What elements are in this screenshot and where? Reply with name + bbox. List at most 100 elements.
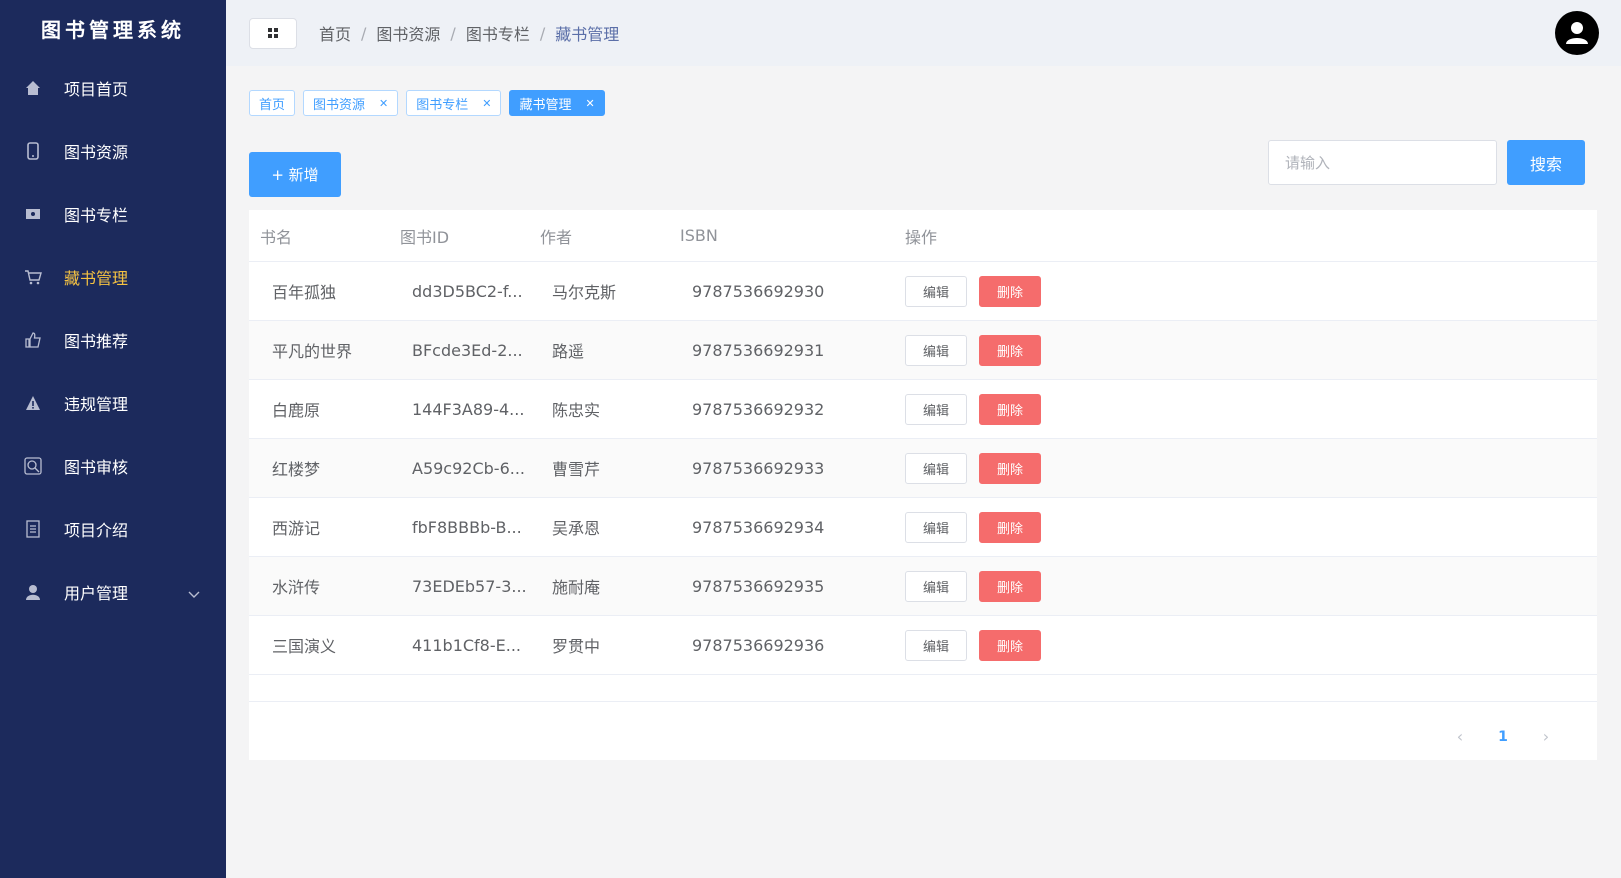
search-button[interactable]: 搜索	[1507, 140, 1585, 185]
tag-label: 图书专栏	[416, 97, 469, 113]
zoom-icon	[24, 456, 42, 475]
tag-0[interactable]: 首页	[249, 90, 296, 116]
delete-button[interactable]: 删除	[979, 570, 1041, 602]
tag-3[interactable]: 藏书管理 ✕	[509, 90, 605, 116]
cell-name: 西游记	[272, 519, 321, 538]
cell-name: 白鹿原	[272, 401, 321, 420]
table-row: 西游记 fbF8BBBb-B... 吴承恩 9787536692934 编辑 删除	[249, 498, 1597, 557]
breadcrumb-separator: /	[450, 23, 456, 43]
edit-button[interactable]: 编辑	[905, 511, 967, 543]
cell-actions: 编辑 删除	[894, 393, 1597, 425]
sidebar-item-label: 图书审核	[64, 457, 129, 477]
cell-actions: 编辑 删除	[894, 452, 1597, 484]
delete-button[interactable]: 删除	[979, 629, 1041, 661]
tag-2[interactable]: 图书专栏 ✕	[406, 90, 502, 116]
column-header-isbn: ISBN	[680, 226, 718, 245]
table-header: 书名 图书ID 作者 ISBN 操作	[249, 210, 1597, 262]
breadcrumb-separator: /	[361, 23, 367, 43]
edit-button[interactable]: 编辑	[905, 629, 967, 661]
cell-actions: 编辑 删除	[894, 334, 1597, 366]
cell-name: 百年孤独	[272, 283, 337, 302]
thumb-up-icon	[24, 331, 42, 349]
table-row: 白鹿原 144F3A89-4... 陈忠实 9787536692932 编辑 删除	[249, 380, 1597, 439]
cell-author: 马尔克斯	[552, 283, 617, 302]
home-icon	[24, 79, 42, 97]
cell-name: 三国演义	[272, 637, 337, 656]
user-avatar[interactable]	[1555, 11, 1599, 55]
cell-actions: 编辑 删除	[894, 275, 1597, 307]
chevron-down-icon	[188, 584, 200, 603]
cell-isbn: 9787536692935	[692, 576, 825, 596]
edit-button[interactable]: 编辑	[905, 452, 967, 484]
cell-author: 吴承恩	[552, 519, 601, 538]
table-row: 红楼梦 A59c92Cb-6... 曹雪芹 9787536692933 编辑 删除	[249, 439, 1597, 498]
chevron-right-icon[interactable]: ›	[1531, 727, 1561, 746]
table-body: 百年孤独 dd3D5BC2-f... 马尔克斯 9787536692930 编辑 删除 平凡…	[249, 262, 1597, 675]
cell-name: 红楼梦	[272, 460, 321, 479]
cell-author: 曹雪芹	[552, 460, 601, 479]
close-icon[interactable]: ✕	[482, 97, 491, 110]
cell-actions: 编辑 删除	[894, 570, 1597, 602]
menu-toggle-button[interactable]	[249, 17, 297, 49]
chevron-left-icon[interactable]: ‹	[1445, 727, 1475, 746]
delete-button[interactable]: 删除	[979, 275, 1041, 307]
add-button[interactable]: + 新增	[249, 152, 341, 197]
cell-id: A59c92Cb-6...	[412, 458, 525, 478]
tag-1[interactable]: 图书资源 ✕	[303, 90, 399, 116]
user-icon	[24, 583, 42, 601]
sidebar-item-3[interactable]: 藏书管理	[0, 245, 226, 308]
tag-label: 图书资源	[313, 97, 366, 113]
sidebar-item-label: 项目首页	[64, 79, 129, 99]
cell-author: 陈忠实	[552, 401, 601, 420]
sidebar-item-2[interactable]: 图书专栏	[0, 182, 226, 245]
cell-author: 路遥	[552, 342, 585, 361]
delete-button[interactable]: 删除	[979, 511, 1041, 543]
column-header-actions: 操作	[905, 227, 938, 247]
edit-button[interactable]: 编辑	[905, 393, 967, 425]
edit-button[interactable]: 编辑	[905, 275, 967, 307]
delete-button[interactable]: 删除	[979, 334, 1041, 366]
breadcrumb-item-0[interactable]: 首页	[319, 21, 351, 45]
sidebar-item-label: 图书推荐	[64, 331, 129, 351]
sidebar-item-label: 图书资源	[64, 142, 129, 162]
sidebar-item-label: 藏书管理	[64, 268, 129, 288]
cell-isbn: 9787536692936	[692, 635, 825, 655]
sidebar-item-5[interactable]: 违规管理	[0, 371, 226, 434]
tag-label: 藏书管理	[519, 97, 572, 113]
edit-button[interactable]: 编辑	[905, 570, 967, 602]
sidebar-item-label: 用户管理	[64, 583, 129, 603]
table-row: 三国演义 411b1Cf8-E... 罗贯中 9787536692936 编辑 删除	[249, 616, 1597, 675]
tag-label: 首页	[259, 97, 286, 113]
table-row: 水浒传 73EDEb57-3... 施耐庵 9787536692935 编辑 删除	[249, 557, 1597, 616]
close-icon[interactable]: ✕	[586, 97, 595, 110]
edit-button[interactable]: 编辑	[905, 334, 967, 366]
sidebar-item-7[interactable]: 项目介绍	[0, 497, 226, 560]
sidebar-item-label: 图书专栏	[64, 205, 129, 225]
breadcrumb-item-2[interactable]: 图书专栏	[466, 21, 530, 45]
sidebar-item-1[interactable]: 图书资源	[0, 119, 226, 182]
column-header-id: 图书ID	[400, 227, 450, 247]
sidebar-menu: 项目首页图书资源图书专栏藏书管理图书推荐违规管理图书审核项目介绍用户管理	[0, 56, 226, 623]
delete-button[interactable]: 删除	[979, 393, 1041, 425]
column-header-author: 作者	[540, 227, 573, 247]
close-icon[interactable]: ✕	[379, 97, 388, 110]
page-number[interactable]: 1	[1488, 729, 1518, 745]
sidebar-item-label: 违规管理	[64, 394, 129, 414]
cell-id: 411b1Cf8-E...	[412, 635, 521, 655]
delete-button[interactable]: 删除	[979, 452, 1041, 484]
sidebar-item-8[interactable]: 用户管理	[0, 560, 226, 623]
user-avatar-icon	[1566, 22, 1588, 44]
sidebar-item-4[interactable]: 图书推荐	[0, 308, 226, 371]
search-input[interactable]	[1268, 140, 1497, 185]
cell-isbn: 9787536692932	[692, 399, 825, 419]
cart-icon	[24, 268, 42, 286]
sidebar-item-6[interactable]: 图书审核	[0, 434, 226, 497]
cell-id: 144F3A89-4...	[412, 399, 525, 419]
cell-name: 平凡的世界	[272, 342, 353, 361]
cell-isbn: 9787536692933	[692, 458, 825, 478]
breadcrumb: 首页 / 图书资源 / 图书专栏 / 藏书管理	[319, 21, 619, 45]
sidebar: 图书管理系统 项目首页 图书资源 图书专栏 藏书管理 图书推荐 违规管理 图书审核 项目介绍用…	[0, 0, 226, 878]
breadcrumb-item-1[interactable]: 图书资源	[376, 21, 440, 45]
sidebar-item-0[interactable]: 项目首页	[0, 56, 226, 119]
cell-actions: 编辑 删除	[894, 511, 1597, 543]
